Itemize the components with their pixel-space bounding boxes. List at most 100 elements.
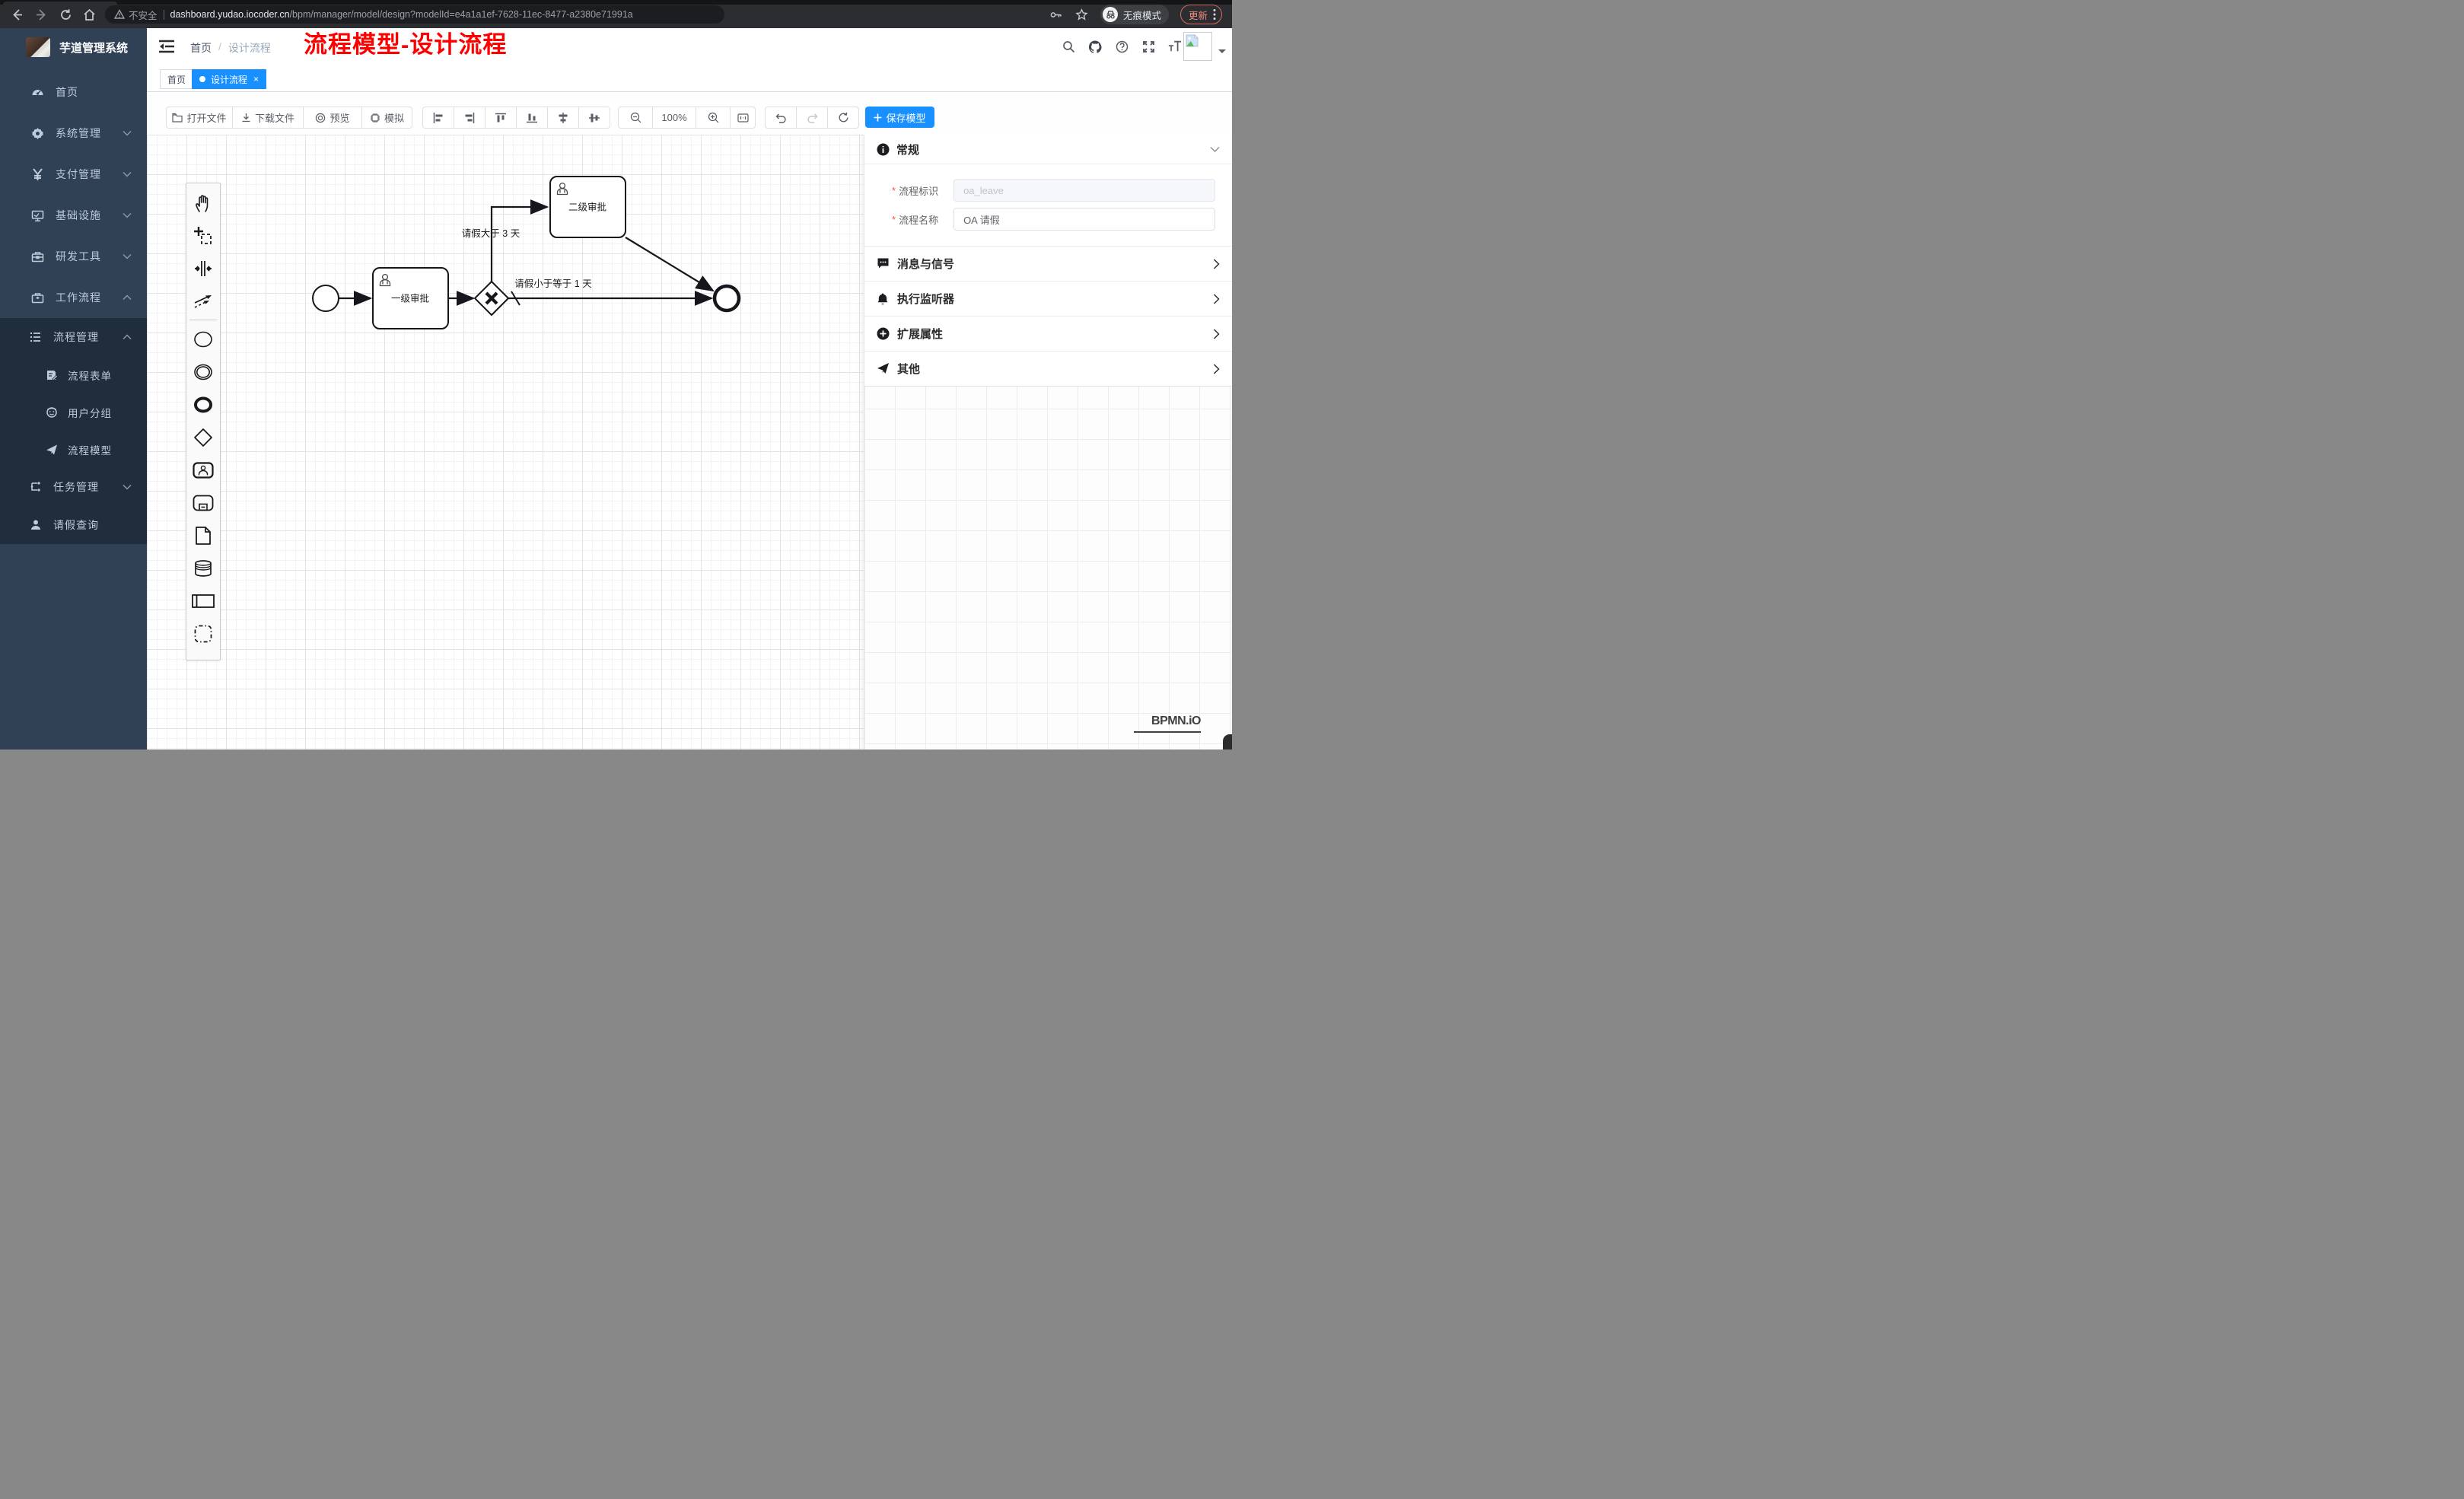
exclusive-gateway[interactable] <box>475 282 508 315</box>
update-button[interactable]: 更新 <box>1180 5 1222 24</box>
sidebar-item-payment[interactable]: 支付管理 <box>0 154 147 195</box>
plus-icon <box>874 113 882 122</box>
align-top-button[interactable] <box>485 107 517 129</box>
align-left-button[interactable] <box>422 107 454 129</box>
start-event[interactable] <box>313 285 339 311</box>
section-message-signal[interactable]: 消息与信号 <box>864 246 1232 281</box>
breadcrumb-home[interactable]: 首页 <box>190 40 212 56</box>
sidebar-item-user-group[interactable]: 用户分组 <box>0 393 147 431</box>
sidebar-item-label: 流程管理 <box>53 329 123 345</box>
help-icon[interactable] <box>1115 40 1129 53</box>
zoom-reset-button[interactable] <box>730 107 756 129</box>
redo-button[interactable] <box>796 107 828 129</box>
zoom-level[interactable]: 100% <box>652 107 696 129</box>
message-icon <box>877 257 890 270</box>
briefcase-icon <box>31 291 44 304</box>
restart-button[interactable] <box>827 107 859 129</box>
corner-overlay <box>1223 734 1232 750</box>
sidebar-item-leave-query[interactable]: 请假查询 <box>0 506 147 544</box>
process-name-label: 流程名称 <box>899 212 953 227</box>
sidebar-item-label: 首页 <box>56 84 132 100</box>
history-button-group <box>765 107 859 129</box>
browser-active-tab[interactable] <box>3 2 117 5</box>
fullscreen-icon[interactable] <box>1141 40 1155 53</box>
section-title: 消息与信号 <box>897 256 1213 272</box>
sidebar-item-system[interactable]: 系统管理 <box>0 113 147 154</box>
process-name-input[interactable] <box>953 208 1215 231</box>
flow-gateway-to-task2[interactable] <box>492 207 547 282</box>
condition-label[interactable]: 请假小于等于 1 天 <box>514 278 592 289</box>
app-logo-row[interactable]: 芋道管理系统 <box>0 28 147 66</box>
url-bar[interactable]: 不安全 dashboard.yudao.iocoder.cn/bpm/manag… <box>105 5 724 24</box>
plus-circle-icon <box>877 327 890 340</box>
chip-icon <box>370 113 380 123</box>
sidebar-item-workflow[interactable]: 工作流程 <box>0 277 147 318</box>
process-key-row: * 流程标识 <box>864 179 1232 202</box>
sidebar-item-task-mgmt[interactable]: 任务管理 <box>0 468 147 506</box>
github-icon[interactable] <box>1088 40 1102 53</box>
password-key-icon[interactable] <box>1048 7 1063 22</box>
align-hcenter-button[interactable] <box>578 107 610 129</box>
sidebar-item-process-form[interactable]: 流程表单 <box>0 356 147 393</box>
flow-task2-to-end[interactable] <box>626 237 713 291</box>
simulate-button[interactable]: 模拟 <box>361 107 412 129</box>
chevron-down-icon[interactable] <box>1210 146 1220 153</box>
open-file-button[interactable]: 打开文件 <box>166 107 233 129</box>
avatar[interactable] <box>1183 32 1212 61</box>
app-logo <box>26 37 50 57</box>
section-other[interactable]: 其他 <box>864 351 1232 386</box>
tab-home[interactable]: 首页 <box>160 69 193 89</box>
download-file-button[interactable]: 下载文件 <box>232 107 304 129</box>
bookmark-star-icon[interactable] <box>1074 7 1089 22</box>
end-event[interactable] <box>715 286 739 310</box>
forward-icon[interactable] <box>33 7 49 22</box>
align-right-button[interactable] <box>454 107 485 129</box>
undo-button[interactable] <box>765 107 797 129</box>
section-general[interactable]: 常规 <box>864 135 1232 164</box>
search-icon[interactable] <box>1062 40 1075 53</box>
required-mark: * <box>892 214 896 225</box>
tab-label: 设计流程 <box>211 73 247 86</box>
sidebar-item-home[interactable]: 首页 <box>0 72 147 113</box>
section-execution-listener[interactable]: 执行监听器 <box>864 281 1232 316</box>
tab-design-process[interactable]: 设计流程 × <box>192 69 266 89</box>
sidebar-fold-icon[interactable] <box>159 40 174 53</box>
task-label: 一级审批 <box>391 293 429 304</box>
home-icon[interactable] <box>81 7 97 22</box>
app-title: 芋道管理系统 <box>59 40 128 56</box>
user-task-level1[interactable]: 一级审批 <box>373 268 448 329</box>
active-dot-icon <box>199 76 205 82</box>
process-key-input[interactable] <box>953 179 1215 202</box>
font-size-icon[interactable] <box>1168 40 1182 53</box>
sidebar-item-label: 流程模型 <box>68 442 112 457</box>
menu-dots-icon[interactable] <box>1213 8 1216 21</box>
button-label: 打开文件 <box>186 110 226 125</box>
paper-plane-icon <box>46 444 58 456</box>
breadcrumb-current: 设计流程 <box>228 40 271 56</box>
close-icon[interactable]: × <box>253 74 259 84</box>
condition-label[interactable]: 请假大于 3 天 <box>462 228 520 239</box>
avatar-caret-icon[interactable] <box>1218 49 1226 57</box>
sidebar-item-infra[interactable]: 基础设施 <box>0 195 147 236</box>
section-title: 执行监听器 <box>897 291 1213 307</box>
back-icon[interactable] <box>9 7 24 22</box>
align-vcenter-button[interactable] <box>547 107 579 129</box>
sidebar-item-label: 工作流程 <box>56 290 123 305</box>
dashboard-icon <box>31 86 44 99</box>
sidebar-item-label: 系统管理 <box>56 126 123 141</box>
preview-button[interactable]: 预览 <box>303 107 362 129</box>
zoom-in-button[interactable] <box>696 107 731 129</box>
section-extended-props[interactable]: 扩展属性 <box>864 316 1232 351</box>
sidebar-item-process-mgmt[interactable]: 流程管理 <box>0 318 147 356</box>
sidebar-item-process-model[interactable]: 流程模型 <box>0 431 147 468</box>
user-task-level2[interactable]: 二级审批 <box>550 177 626 237</box>
security-label[interactable]: 不安全 <box>129 8 158 22</box>
chevron-right-icon <box>1213 364 1220 374</box>
sidebar-item-devtools[interactable]: 研发工具 <box>0 236 147 277</box>
align-bottom-button[interactable] <box>516 107 548 129</box>
bpmn-io-watermark: BPMN.iO <box>1151 714 1201 728</box>
bpmn-canvas[interactable]: 请假大于 3 天 请假小于等于 1 天 一级审批 <box>147 135 1232 750</box>
reload-icon[interactable] <box>58 7 73 22</box>
save-model-button[interactable]: 保存模型 <box>865 107 934 128</box>
zoom-out-button[interactable] <box>618 107 653 129</box>
